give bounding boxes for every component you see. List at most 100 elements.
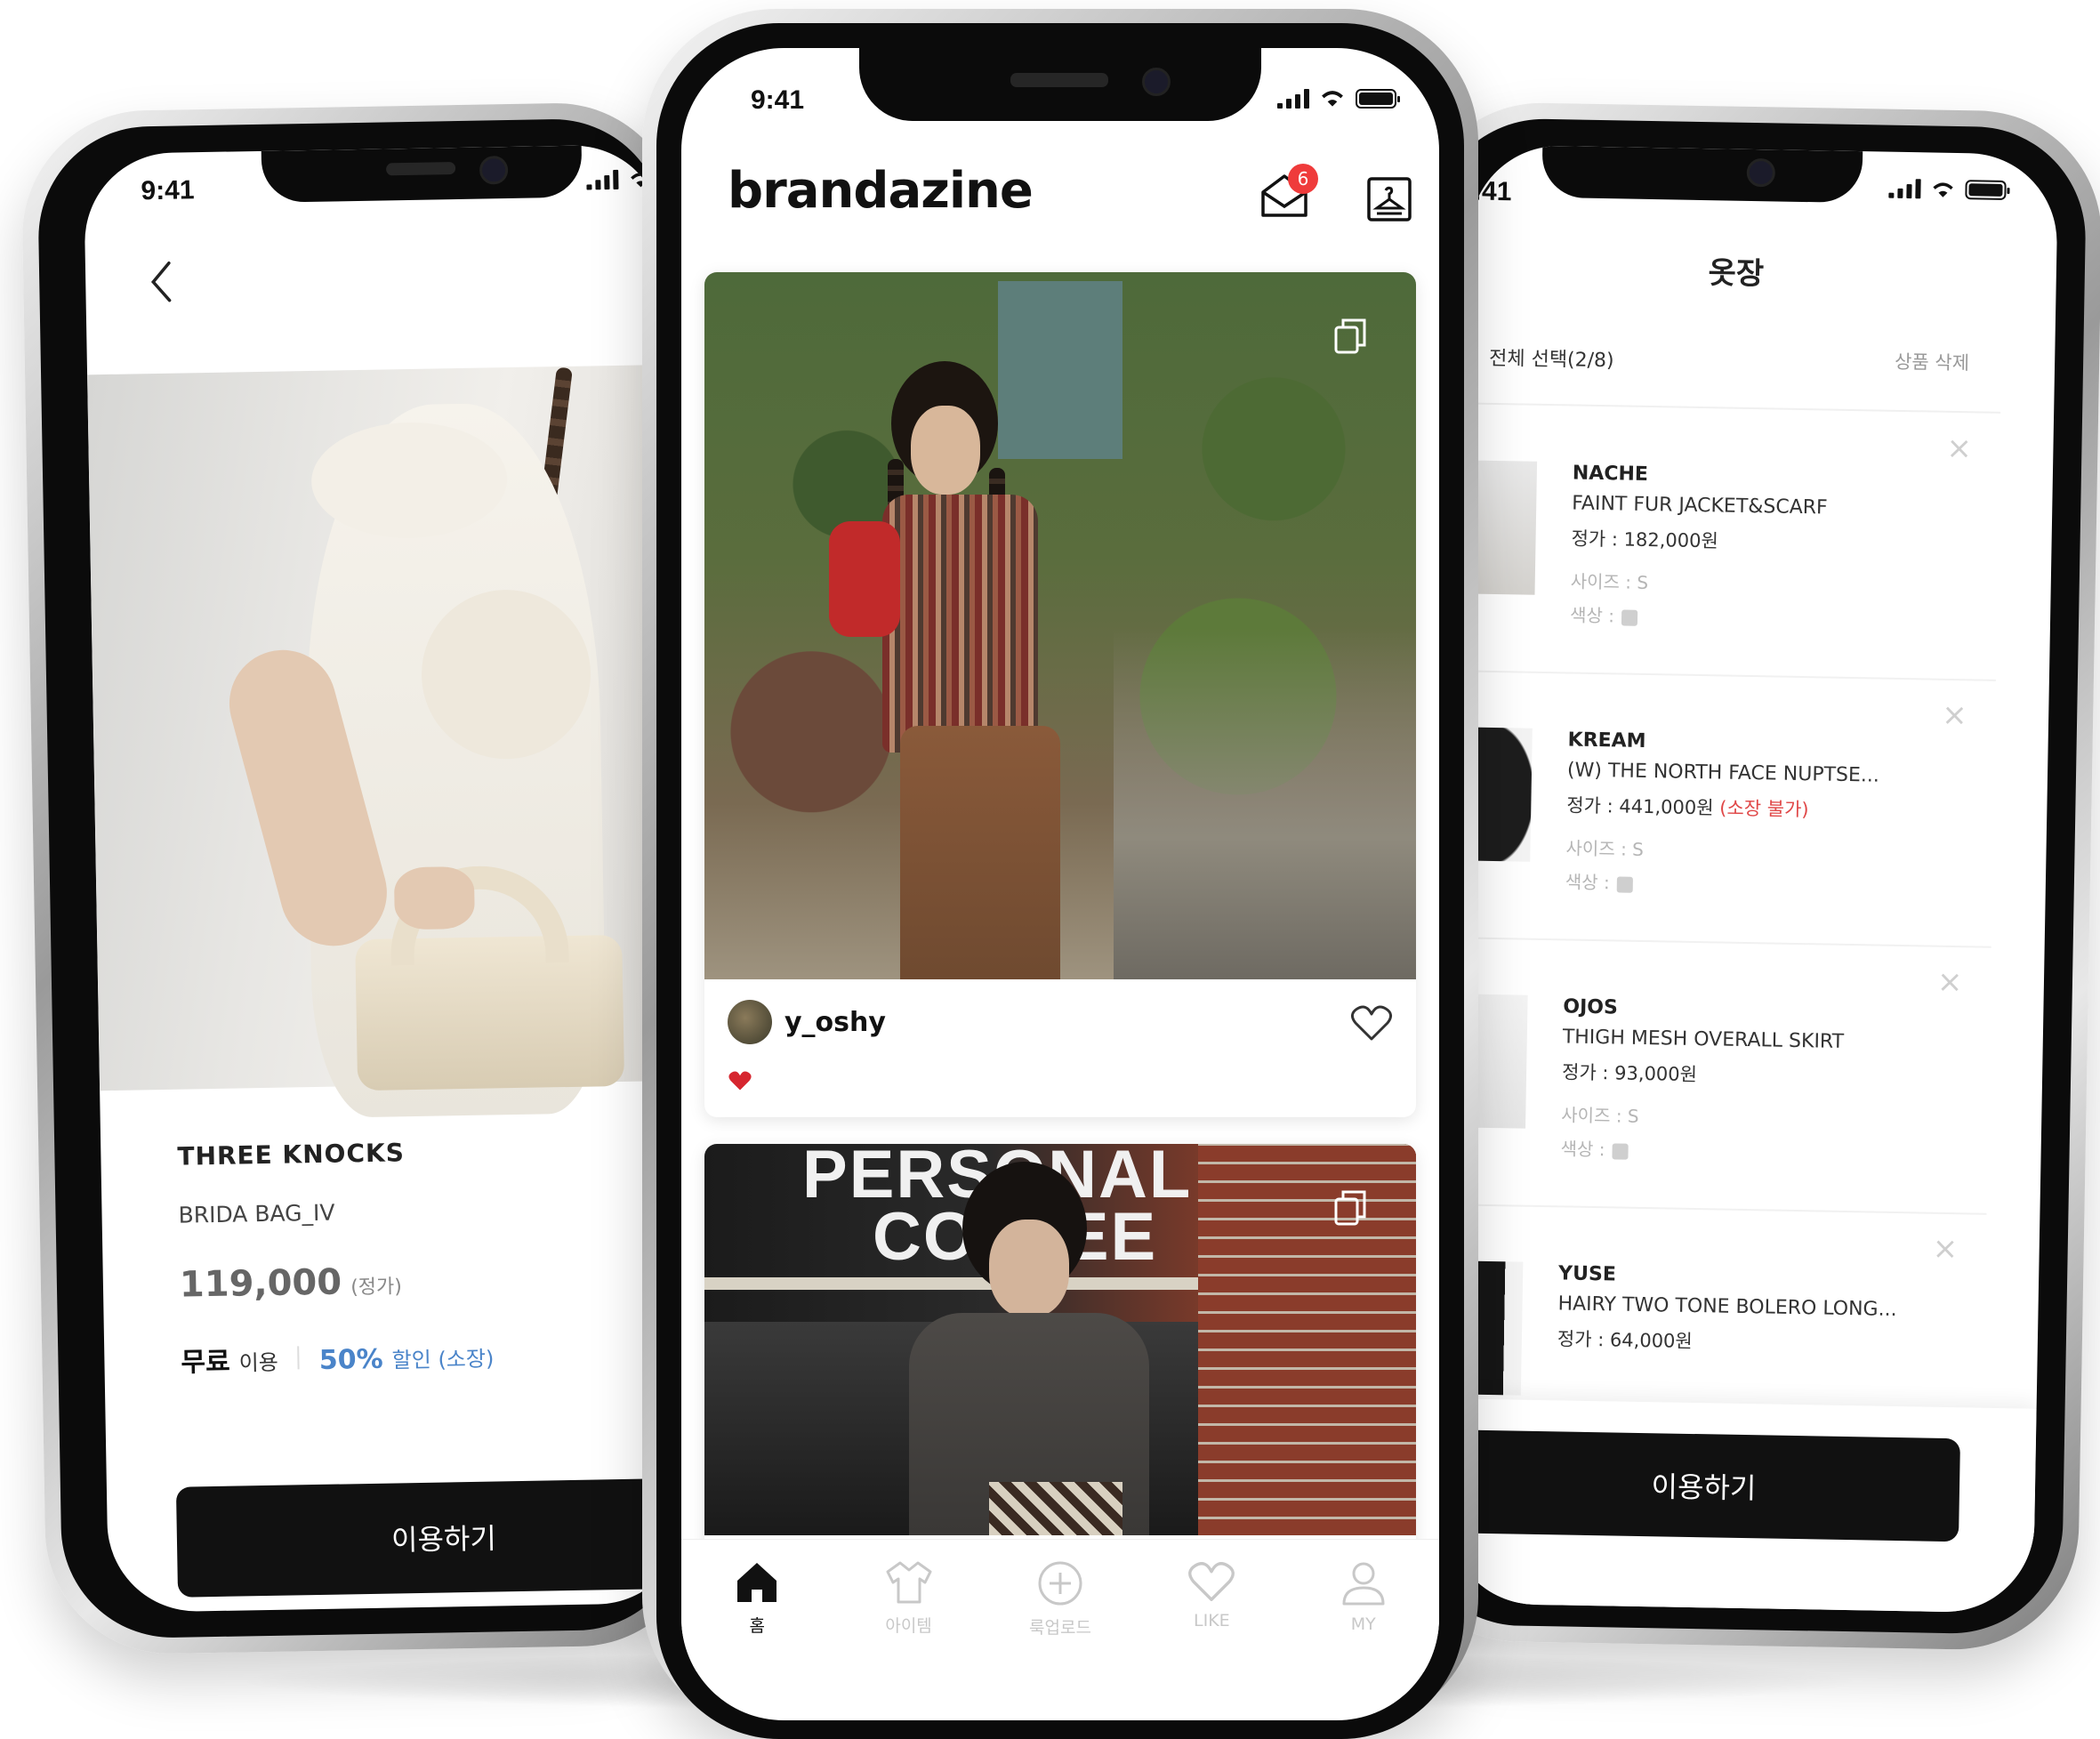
item-price: 정가 : 64,000원 bbox=[1557, 1328, 1693, 1352]
battery-icon bbox=[1356, 89, 1400, 109]
delete-items[interactable]: 상품 삭제 bbox=[1895, 348, 1969, 375]
heart-icon bbox=[1188, 1562, 1235, 1601]
tab-label: 룩업로드 bbox=[1029, 1618, 1091, 1638]
tab-upload[interactable]: 룩업로드 bbox=[998, 1559, 1122, 1638]
left-screen: 9:41 THREE KNOCKS BRIDA BAG_IV 119,000 (… bbox=[83, 144, 688, 1614]
app-logo: brandazine bbox=[728, 162, 1034, 220]
battery-icon bbox=[1965, 180, 2007, 200]
like-heart-icon[interactable] bbox=[1350, 1003, 1393, 1043]
post-username[interactable]: y_oshy bbox=[784, 1007, 886, 1038]
plus-circle-icon bbox=[1038, 1561, 1082, 1606]
item-color: 색상 : bbox=[1560, 1138, 1605, 1161]
select-all[interactable]: 전체 선택(2/8) bbox=[1489, 342, 1614, 373]
item-name: (W) THE NORTH FACE NUPTSE... bbox=[1566, 759, 1880, 787]
unavailable-label: (소장 불가) bbox=[1719, 797, 1809, 821]
status-time: 9:41 bbox=[751, 85, 805, 115]
feed-post[interactable]: PERSONAL COFFEE bbox=[704, 1144, 1416, 1562]
use-button[interactable]: 이용하기 bbox=[175, 1477, 688, 1598]
cart-item: NACHE FAINT FUR JACKET&SCARF 정가 : 182,00… bbox=[1461, 407, 2001, 681]
left-phone: 9:41 THREE KNOCKS BRIDA BAG_IV 119,000 (… bbox=[20, 101, 706, 1656]
tab-label: LIKE bbox=[1194, 1611, 1230, 1630]
center-notch bbox=[859, 48, 1261, 121]
item-brand: YUSE bbox=[1557, 1262, 1617, 1286]
price-note: (정가) bbox=[350, 1276, 403, 1300]
remove-item-icon[interactable]: × bbox=[1932, 1231, 1958, 1267]
wifi-icon bbox=[1322, 91, 1343, 107]
benefit-row: 무료 이용 50% 할인 (소장) bbox=[181, 1335, 495, 1380]
notification-badge: 6 bbox=[1288, 164, 1318, 194]
filled-heart-icon bbox=[728, 1071, 752, 1091]
use-button[interactable]: 이용하기 bbox=[1447, 1429, 1961, 1542]
home-icon bbox=[737, 1563, 777, 1602]
right-notch bbox=[1541, 145, 1863, 204]
tab-label: 아이템 bbox=[885, 1616, 932, 1636]
item-brand: KREAM bbox=[1567, 729, 1646, 753]
tab-my[interactable]: MY bbox=[1301, 1559, 1426, 1634]
color-swatch bbox=[1621, 608, 1638, 626]
use-label: 이용 bbox=[238, 1349, 279, 1376]
divider bbox=[297, 1346, 300, 1370]
item-color-row: 색상 : bbox=[1560, 1134, 1629, 1161]
tab-like[interactable]: LIKE bbox=[1149, 1559, 1274, 1630]
right-screen: 9:41 옷장 전체 선택(2/8) 상품 삭제 NACHE FAINT FUR… bbox=[1445, 144, 2059, 1614]
post-photo[interactable] bbox=[704, 272, 1416, 979]
wifi-icon bbox=[1933, 182, 1953, 197]
cart-item: OJOS THIGH MESH OVERALL SKIRT 정가 : 93,00… bbox=[1452, 940, 1991, 1215]
item-brand: NACHE bbox=[1572, 462, 1649, 486]
item-name: FAINT FUR JACKET&SCARF bbox=[1572, 492, 1828, 519]
center-phone: 9:41 brandazine 6 y_oshy 홈 아이템 룩업로드 LIKE… bbox=[642, 9, 1478, 1739]
tab-item[interactable]: 아이템 bbox=[847, 1559, 971, 1637]
post-photo[interactable]: PERSONAL COFFEE bbox=[704, 1144, 1416, 1535]
multi-image-icon bbox=[1334, 318, 1366, 354]
item-size: 사이즈 : S bbox=[1565, 837, 1645, 860]
item-name: THIGH MESH OVERALL SKIRT bbox=[1562, 1026, 1845, 1053]
status-icons bbox=[1277, 87, 1400, 109]
item-price-row: 정가 : 441,000원 (소장 불가) bbox=[1566, 791, 1809, 822]
item-size: 사이즈 : S bbox=[1561, 1104, 1639, 1127]
item-price: 정가 : 182,000원 bbox=[1571, 527, 1719, 552]
item-color: 색상 : bbox=[1569, 604, 1615, 627]
back-arrow-icon[interactable] bbox=[148, 260, 175, 305]
product-name: BRIDA BAG_IV bbox=[178, 1199, 335, 1228]
item-name: HAIRY TWO TONE BOLERO LONG... bbox=[1557, 1292, 1897, 1321]
item-price: 정가 : 441,000원 bbox=[1566, 794, 1714, 819]
closet-icon[interactable] bbox=[1366, 176, 1412, 222]
item-price: 정가 : 93,000원 bbox=[1561, 1061, 1698, 1086]
right-phone: 9:41 옷장 전체 선택(2/8) 상품 삭제 NACHE FAINT FUR… bbox=[1391, 101, 2100, 1652]
feed-post[interactable]: y_oshy bbox=[704, 272, 1416, 1117]
signal-icon bbox=[1888, 179, 1921, 199]
color-swatch bbox=[1616, 875, 1633, 893]
status-icons bbox=[1888, 179, 2007, 200]
brand-name: THREE KNOCKS bbox=[177, 1138, 406, 1171]
item-size: 사이즈 : S bbox=[1570, 570, 1649, 593]
remove-item-icon[interactable]: × bbox=[1942, 697, 1967, 733]
center-screen: 9:41 brandazine 6 y_oshy 홈 아이템 룩업로드 LIKE… bbox=[681, 48, 1439, 1720]
tab-label: 홈 bbox=[749, 1616, 765, 1636]
shirt-icon bbox=[886, 1561, 932, 1604]
tab-home[interactable]: 홈 bbox=[695, 1559, 819, 1637]
item-brand: OJOS bbox=[1563, 995, 1619, 1019]
discount-percent: 50% bbox=[318, 1343, 383, 1376]
signal-icon bbox=[586, 169, 619, 190]
item-color-row: 색상 : bbox=[1565, 867, 1633, 894]
left-notch bbox=[261, 145, 583, 203]
bottom-tab-bar: 홈 아이템 룩업로드 LIKE MY bbox=[681, 1539, 1439, 1672]
item-color: 색상 : bbox=[1565, 871, 1610, 894]
discount-label: 할인 (소장) bbox=[391, 1346, 495, 1373]
remove-item-icon[interactable]: × bbox=[1946, 431, 1972, 466]
page-title: 옷장 bbox=[1708, 255, 1765, 293]
product-image bbox=[87, 364, 679, 1119]
user-icon bbox=[1342, 1562, 1385, 1606]
multi-image-icon bbox=[1334, 1190, 1366, 1226]
tab-label: MY bbox=[1350, 1614, 1376, 1634]
price: 119,000 bbox=[179, 1261, 342, 1306]
price-row: 119,000 (정가) bbox=[180, 1260, 403, 1305]
signal-icon bbox=[1277, 89, 1309, 109]
status-time: 9:41 bbox=[141, 175, 195, 206]
inbox-button[interactable]: 6 bbox=[1259, 164, 1318, 219]
item-color-row: 색상 : bbox=[1569, 600, 1638, 627]
remove-item-icon[interactable]: × bbox=[1937, 964, 1963, 1000]
free-label: 무료 bbox=[181, 1346, 230, 1379]
color-swatch bbox=[1612, 1142, 1629, 1160]
avatar[interactable] bbox=[728, 1000, 772, 1044]
